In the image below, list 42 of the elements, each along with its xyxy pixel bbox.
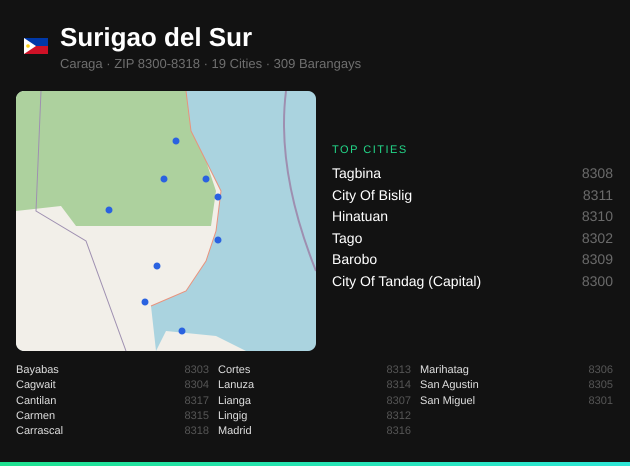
zip-code: 8303 bbox=[184, 363, 209, 378]
zip-code: 8304 bbox=[184, 378, 209, 394]
city-name: Marihatag bbox=[420, 363, 469, 378]
zip-code: 8313 bbox=[386, 363, 411, 378]
city-name: San Agustin bbox=[420, 378, 479, 394]
zip-code: 8300 bbox=[582, 272, 613, 291]
zip-code: 8311 bbox=[582, 186, 613, 205]
city-name: Lingig bbox=[218, 408, 248, 424]
zip-code: 8312 bbox=[386, 408, 411, 424]
flag-icon bbox=[24, 38, 48, 54]
city-name: Carmen bbox=[16, 408, 56, 424]
zip-code: 8314 bbox=[386, 378, 411, 394]
province-title: Surigao del Sur bbox=[60, 22, 254, 52]
city-name: City Of Tandag (Capital) bbox=[332, 272, 482, 291]
zip-code: 8302 bbox=[582, 228, 613, 248]
city-name: San Miguel bbox=[420, 394, 476, 409]
zip-code: 8316 bbox=[386, 424, 411, 440]
zip-code: 8306 bbox=[588, 363, 613, 378]
zip-code: 8308 bbox=[582, 164, 613, 183]
city-name: Cortes bbox=[218, 363, 250, 378]
city-name: Barobo bbox=[332, 250, 378, 270]
city-name: Bayabas bbox=[16, 363, 59, 378]
zip-code: 8318 bbox=[184, 424, 209, 440]
city-name: Carrascal bbox=[16, 424, 64, 440]
zip-code: 8309 bbox=[582, 250, 613, 270]
city-name: Madrid bbox=[218, 424, 252, 440]
zip-code: 8317 bbox=[184, 394, 209, 409]
city-name: Hinatuan bbox=[332, 207, 388, 226]
zip-code: 8305 bbox=[588, 378, 613, 394]
zip-code: 8307 bbox=[386, 394, 411, 409]
city-name: Tagbina bbox=[332, 164, 382, 183]
province-subtitle: Caraga · ZIP 8300-8318 · 19 Cities · 309 Barangays bbox=[60, 56, 362, 72]
city-name: City Of Bislig bbox=[332, 186, 412, 205]
zip-code: 8301 bbox=[588, 394, 613, 409]
section-heading: TOP CITIES bbox=[332, 143, 409, 157]
city-name: Tago bbox=[332, 228, 362, 248]
zip-code: 8315 bbox=[184, 408, 209, 424]
city-name: Cantilan bbox=[16, 394, 56, 409]
city-name: Lianga bbox=[218, 394, 252, 409]
city-name: Lanuza bbox=[218, 378, 254, 394]
zip-code: 8310 bbox=[582, 207, 613, 226]
city-name: Cagwait bbox=[16, 378, 56, 394]
